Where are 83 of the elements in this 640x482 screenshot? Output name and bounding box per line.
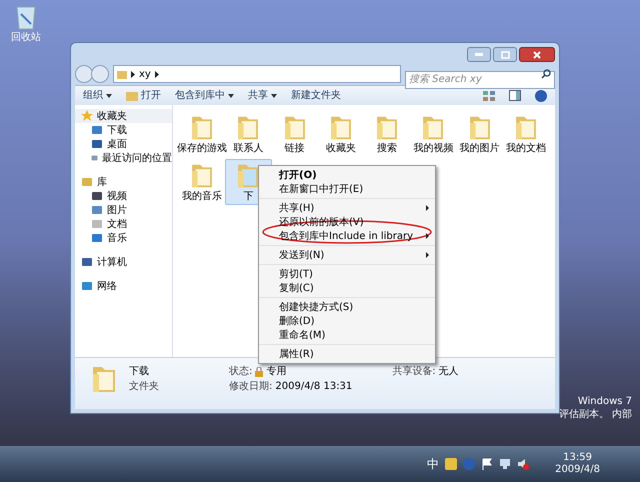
- minimize-icon: [475, 53, 483, 56]
- lock-icon: [255, 366, 264, 376]
- menu-item[interactable]: 创建快捷方式(S): [259, 300, 435, 314]
- folder-item[interactable]: 链接: [272, 111, 318, 157]
- nav-item[interactable]: 计算机: [75, 255, 172, 269]
- item-name: 下载: [129, 364, 150, 379]
- minimize-button[interactable]: [467, 47, 491, 62]
- search-field[interactable]: 搜索 Search xy: [405, 70, 555, 88]
- recycle-bin-icon[interactable]: [15, 4, 37, 30]
- submenu-arrow-icon: [426, 252, 429, 258]
- detail-value: 2009/4/8 13:31: [275, 380, 352, 394]
- submenu-arrow-icon: [426, 233, 429, 239]
- folder-item[interactable]: 我的视频: [410, 111, 456, 157]
- download-icon: [91, 124, 103, 136]
- folder-icon: [126, 90, 138, 100]
- menu-item[interactable]: 剪切(T): [259, 267, 435, 281]
- menu-item[interactable]: 发送到(N): [259, 248, 435, 262]
- nav-item[interactable]: 库: [75, 175, 172, 189]
- folder-item[interactable]: 我的文档: [502, 111, 549, 157]
- detail-label: 修改日期:: [229, 380, 272, 394]
- build-watermark-text: Windows 7: [578, 395, 632, 408]
- submenu-arrow-icon: [426, 205, 429, 211]
- nav-item[interactable]: 视频: [75, 189, 172, 203]
- dropdown-arrow-icon: [106, 94, 112, 98]
- detail-label: 共享设备:: [392, 364, 436, 379]
- nav-item[interactable]: 最近访问的位置: [75, 151, 172, 165]
- maximize-icon: [500, 50, 510, 58]
- volume-muted-icon[interactable]: [517, 458, 530, 470]
- folder-item[interactable]: 联系人: [225, 111, 272, 157]
- nav-item[interactable]: 桌面: [75, 137, 172, 151]
- breadcrumb-arrow-icon[interactable]: [154, 70, 159, 78]
- flag-icon[interactable]: [481, 458, 494, 470]
- detail-value: 无人: [438, 365, 459, 379]
- clock[interactable]: 13:59 2009/4/8: [555, 452, 600, 476]
- toolbar-button[interactable]: 组织: [83, 88, 112, 103]
- music-icon: [91, 232, 103, 244]
- build-watermark-text: 评估副本。 内部: [558, 408, 632, 421]
- close-button[interactable]: [519, 47, 555, 62]
- toolbar-button[interactable]: 共享: [248, 88, 277, 103]
- network-icon[interactable]: [499, 458, 512, 470]
- folder-item[interactable]: 收藏夹: [318, 111, 364, 157]
- nav-item[interactable]: 下载: [75, 123, 172, 137]
- toolbar-button[interactable]: 新建文件夹: [291, 88, 341, 103]
- maximize-button[interactable]: [493, 47, 517, 62]
- help-icon[interactable]: [535, 90, 547, 102]
- picture-icon: [91, 204, 103, 216]
- video-icon: [91, 190, 103, 202]
- preview-pane-icon[interactable]: [509, 90, 521, 101]
- view-options-icon[interactable]: [483, 90, 495, 100]
- nav-item[interactable]: 网络: [75, 279, 172, 293]
- nav-item[interactable]: 文档: [75, 217, 172, 231]
- folder-item[interactable]: 保存的游戏: [179, 111, 226, 157]
- nav-item[interactable]: 收藏夹: [75, 109, 172, 123]
- menu-item[interactable]: 删除(D): [259, 314, 435, 328]
- menu-item[interactable]: 重命名(M): [259, 328, 435, 342]
- library-icon: [81, 176, 93, 188]
- document-icon: [91, 218, 103, 230]
- detail-value: 专用: [266, 364, 286, 379]
- nav-item[interactable]: 音乐: [75, 231, 172, 245]
- ime-indicator[interactable]: 中: [427, 455, 440, 473]
- menu-item[interactable]: 属性(R): [259, 347, 435, 361]
- folder-item[interactable]: 我的图片: [456, 111, 503, 157]
- detail-label: 状态:: [229, 364, 252, 379]
- toolbar-button[interactable]: 打开: [126, 88, 161, 103]
- tray-icon[interactable]: [445, 458, 458, 470]
- folder-item[interactable]: 我的音乐: [179, 159, 226, 205]
- search-icon: [541, 69, 551, 79]
- computer-icon: [81, 256, 93, 268]
- item-type: 文件夹: [129, 380, 160, 394]
- folder-item[interactable]: 搜索: [364, 111, 410, 157]
- folder-icon: [117, 69, 127, 79]
- star-icon: [81, 110, 93, 122]
- breadcrumb-arrow-icon[interactable]: [131, 70, 135, 78]
- dropdown-arrow-icon: [228, 94, 234, 98]
- network-icon: [81, 280, 93, 292]
- dropdown-arrow-icon: [271, 94, 277, 98]
- breadcrumb-item[interactable]: xy: [139, 66, 151, 82]
- nav-item[interactable]: 图片: [75, 203, 172, 217]
- close-icon: [533, 50, 541, 58]
- menu-item[interactable]: 复制(C): [259, 281, 435, 295]
- toolbar-button[interactable]: 包含到库中: [175, 88, 234, 103]
- desktop-icon: [91, 138, 103, 150]
- address-bar[interactable]: xy: [113, 65, 401, 83]
